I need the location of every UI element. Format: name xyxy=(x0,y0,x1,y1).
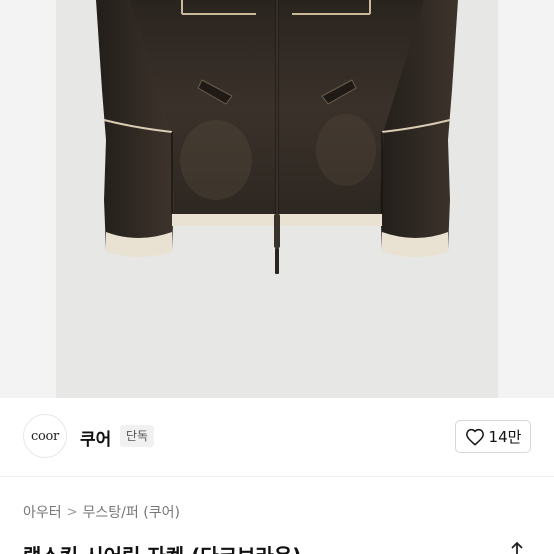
breadcrumb: 아우터 > 무스탕/퍼 (쿠어) xyxy=(23,502,180,522)
jacket-illustration xyxy=(96,0,458,274)
breadcrumb-separator: > xyxy=(66,504,78,520)
exclusive-badge: 단독 xyxy=(120,425,155,447)
like-count: 14만 xyxy=(488,428,522,446)
product-image[interactable] xyxy=(56,0,498,398)
brand-logo-text: coor xyxy=(31,428,59,444)
brand-name[interactable]: 쿠어 xyxy=(80,425,111,450)
product-title: 램스킨 시어링 자켓 (다크브라운) xyxy=(23,540,301,554)
section-divider xyxy=(0,476,554,477)
heart-outline-icon xyxy=(465,428,484,446)
brand-logo[interactable]: coor xyxy=(23,414,67,458)
product-image-area xyxy=(0,0,554,398)
breadcrumb-item-mustang[interactable]: 무스탕/퍼 (쿠어) xyxy=(83,502,180,522)
like-button[interactable]: 14만 xyxy=(455,420,531,453)
breadcrumb-item-outer[interactable]: 아우터 xyxy=(23,502,62,522)
share-icon[interactable] xyxy=(508,540,526,554)
